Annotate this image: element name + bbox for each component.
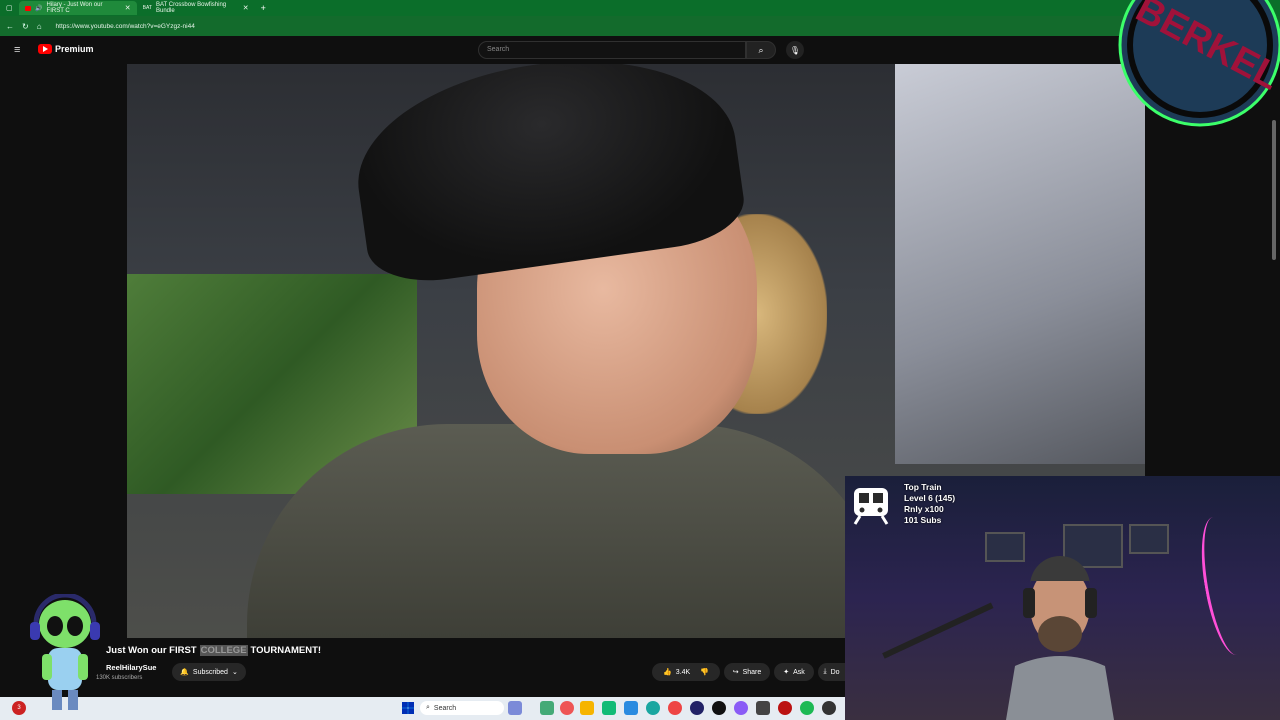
channel-name[interactable]: ReelHilarySue — [106, 663, 156, 672]
close-tab-icon[interactable]: ✕ — [125, 4, 131, 12]
microphone-arm — [882, 602, 1008, 690]
share-label: Share — [742, 668, 762, 676]
title-part: Just Won our FIRST — [106, 645, 197, 656]
search-button[interactable]: ⌕ — [746, 41, 776, 59]
taskbar-app-icon[interactable] — [560, 701, 574, 715]
taskbar-app-icon[interactable] — [756, 701, 770, 715]
ask-button[interactable]: ✦ Ask — [774, 663, 814, 681]
thumbs-down-icon[interactable]: 👎 — [700, 668, 709, 676]
tab-bat-crossbow[interactable]: BAT BAT Crossbow Bowfishing Bundle ✕ — [137, 1, 255, 15]
search-icon: ⌕ — [426, 704, 430, 711]
share-icon: ↪ — [732, 669, 739, 676]
camo-hoodie — [247, 424, 887, 638]
home-icon[interactable]: ⌂ — [37, 22, 42, 31]
new-tab-icon[interactable]: + — [261, 3, 266, 13]
address-bar: ← ↻ ⌂ https://www.youtube.com/watch?v=eG… — [0, 16, 1280, 36]
window-menu-icon[interactable]: ▢ — [6, 4, 13, 12]
taskbar-app-icon[interactable] — [712, 701, 726, 715]
tab-label: Hilary - Just Won our FIRST C — [46, 2, 103, 14]
bell-icon: 🔔 — [180, 669, 189, 676]
taskbar-app-icon[interactable] — [540, 701, 554, 715]
wall-frame — [1129, 524, 1169, 554]
neon-light — [1193, 513, 1257, 659]
search-input[interactable]: Search — [478, 41, 746, 59]
windows-start-icon[interactable] — [402, 702, 414, 714]
video-title: Just Won our FIRST COLLEGE TOURNAMENT! — [106, 645, 321, 656]
tab-label: BAT Crossbow Bowfishing Bundle — [155, 2, 227, 14]
youtube-logo[interactable]: Premium — [38, 44, 94, 54]
taskbar-app-icon[interactable] — [668, 701, 682, 715]
taskbar-app-icon[interactable] — [690, 701, 704, 715]
search-icon: ⌕ — [758, 44, 764, 55]
download-label: Do — [830, 668, 840, 676]
hamburger-menu-icon[interactable]: ≡ — [14, 44, 20, 56]
taskbar-spotify-icon[interactable] — [800, 701, 814, 715]
alien-mascot-icon — [30, 594, 100, 710]
page-scrollbar[interactable] — [1272, 120, 1276, 260]
share-button[interactable]: ↪ Share — [724, 663, 770, 681]
site-favicon-icon: BAT — [142, 5, 152, 11]
berkel-logo-icon: BERKEL — [1118, 0, 1280, 127]
taskbar-app-icon[interactable] — [778, 701, 792, 715]
url-field[interactable]: https://www.youtube.com/watch?v=eGYzgz-n… — [56, 23, 195, 30]
microphone-icon: 🎙 — [789, 45, 801, 55]
title-highlight: COLLEGE — [199, 645, 248, 656]
ask-label: Ask — [793, 668, 805, 676]
taskbar-app-icon[interactable] — [624, 701, 638, 715]
youtube-favicon-icon — [24, 5, 32, 11]
taskbar-app-icon[interactable] — [822, 701, 836, 715]
taskbar-search-label: Search — [433, 704, 457, 712]
streamer-person — [1006, 556, 1114, 720]
audio-icon[interactable]: 🔊 — [35, 5, 42, 12]
like-dislike-button[interactable]: 👍 3.4K 👎 — [652, 663, 720, 681]
taskbar-app-icon[interactable] — [508, 701, 522, 715]
taskbar-app-icon[interactable] — [734, 701, 748, 715]
logo-text: Premium — [55, 44, 94, 54]
taskbar-search[interactable]: ⌕ Search — [420, 701, 504, 715]
train-level: Level 6 (145) — [904, 493, 956, 503]
like-count: 3.4K — [675, 668, 691, 676]
tab-youtube-video[interactable]: 🔊 Hilary - Just Won our FIRST C ✕ — [18, 1, 137, 15]
taskbar-app-icon[interactable] — [580, 701, 594, 715]
train-icon — [853, 488, 889, 525]
subscribed-button[interactable]: 🔔 Subscribed ⌄ — [172, 663, 246, 681]
hype-train-info: Top Train Level 6 (145) Rnly x100 101 Su… — [904, 482, 955, 526]
title-part: TOURNAMENT! — [250, 645, 322, 656]
chevron-down-icon: ⌄ — [231, 669, 238, 676]
subscribed-label: Subscribed — [192, 668, 228, 676]
thumbs-up-icon: 👍 — [663, 669, 672, 676]
taskbar-edge-icon[interactable] — [646, 701, 660, 715]
voice-search-button[interactable]: 🎙 — [786, 41, 804, 59]
train-subs: 101 Subs — [904, 515, 942, 525]
train-multiplier: Rnly x100 — [904, 504, 944, 514]
sparkle-icon: ✦ — [783, 669, 790, 676]
back-icon[interactable]: ← — [6, 22, 14, 31]
reload-icon[interactable]: ↻ — [22, 22, 29, 31]
youtube-play-icon — [38, 44, 52, 54]
download-button[interactable]: ⤓ Do — [818, 663, 845, 681]
close-tab-icon[interactable]: ✕ — [243, 4, 249, 12]
train-title: Top Train — [904, 482, 942, 492]
browser-tab-bar: ▢ 🔊 Hilary - Just Won our FIRST C ✕ BAT … — [0, 0, 1280, 16]
download-icon: ⤓ — [823, 668, 827, 675]
taskbar-app-icon[interactable] — [602, 701, 616, 715]
